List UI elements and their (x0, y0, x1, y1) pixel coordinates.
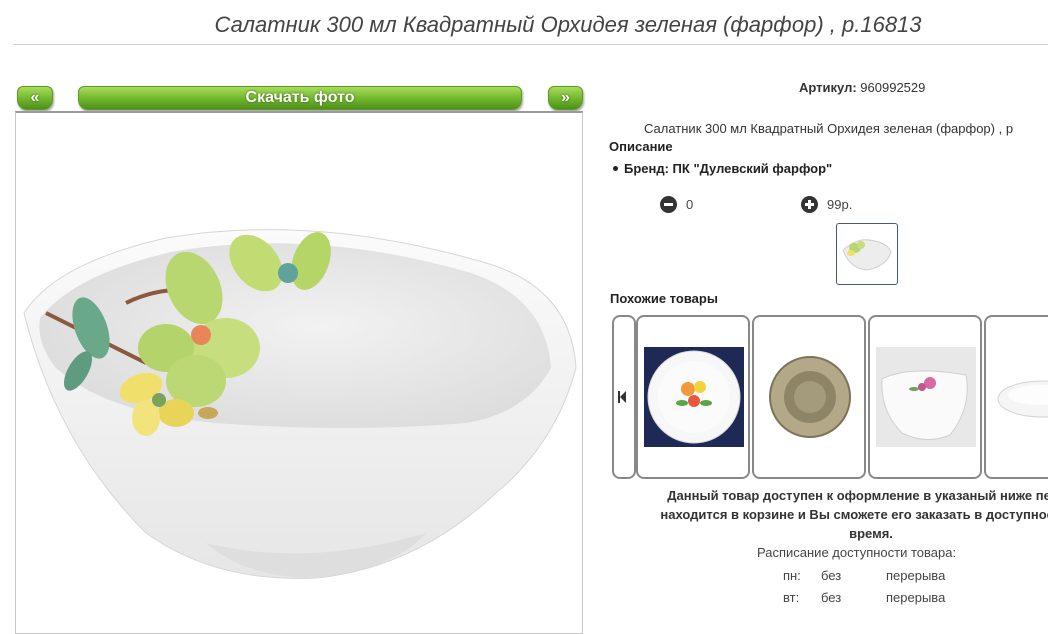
carousel-prev-button[interactable] (612, 315, 636, 479)
white-dish-image (997, 380, 1048, 418)
brand-item: Бренд: ПК "Дулевский фарфор" (613, 161, 832, 176)
sku-value: 960992529 (860, 80, 926, 95)
arrow-left-icon (620, 391, 626, 403)
bowl-rose-image (876, 347, 976, 447)
quantity-value: 0 (686, 197, 694, 212)
prev-photo-button[interactable]: « (17, 86, 53, 110)
schedule-to: перерыва (886, 568, 946, 583)
product-thumbnail[interactable] (836, 223, 898, 285)
title-divider (13, 44, 1048, 45)
similar-product-card[interactable] (984, 315, 1048, 479)
short-description: Салатник 300 мл Квадратный Орхидея зелен… (644, 121, 1014, 136)
availability-line: время. (849, 526, 893, 541)
schedule-day: пн: (783, 568, 801, 583)
similar-product-card[interactable] (752, 315, 866, 479)
brand-text: Бренд: ПК "Дулевский фарфор" (624, 161, 833, 176)
sku: Артикул: 960992529 (799, 80, 925, 95)
sku-label: Артикул: (799, 80, 857, 95)
similar-products-heading: Похожие товары (610, 291, 718, 306)
price: 99р. (827, 197, 853, 212)
availability-line: находится в корзине и Вы сможете его зак… (660, 507, 1048, 522)
availability-notice: Данный товар доступен к оформление в ука… (586, 486, 1048, 543)
similar-product-card[interactable] (868, 315, 982, 479)
download-photo-button[interactable]: Скачать фото (78, 86, 522, 110)
bullet-icon (613, 166, 618, 172)
glass-plate-image (769, 356, 851, 438)
schedule-heading: Расписание доступности товара: (757, 545, 957, 560)
description-heading: Описание (609, 139, 673, 154)
schedule-from: без (821, 568, 842, 583)
schedule-day: вт: (783, 590, 800, 605)
schedule-from: без (821, 590, 842, 605)
similar-product-card[interactable] (636, 315, 750, 479)
schedule-to: перерыва (886, 590, 946, 605)
next-photo-button[interactable]: » (548, 86, 583, 110)
plate-floral-image (644, 347, 744, 447)
plus-icon[interactable] (801, 196, 818, 213)
bowl-image (23, 229, 577, 579)
minus-icon[interactable] (660, 196, 677, 213)
bowl-thumb-image (842, 239, 892, 271)
availability-line: Данный товар доступен к оформление в ука… (667, 488, 1048, 503)
product-photo[interactable] (15, 111, 583, 634)
page-title: Салатник 300 мл Квадратный Орхидея зелен… (214, 12, 922, 37)
